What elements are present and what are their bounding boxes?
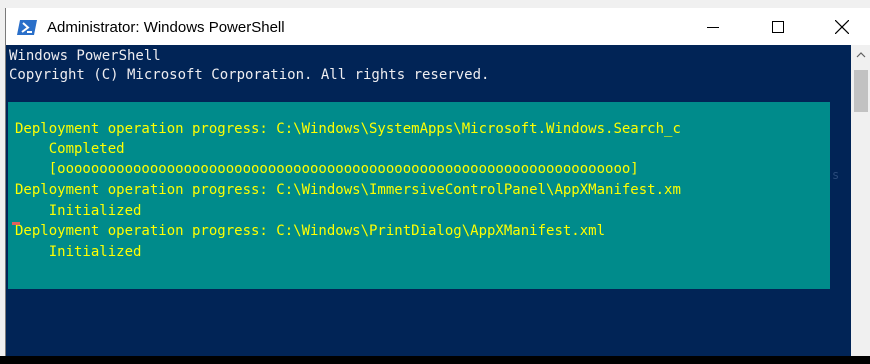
console-header-line: Windows PowerShell [9,48,161,64]
ghost-text: s [832,168,840,182]
progress-status: Initialized [15,203,142,219]
minimize-button[interactable] [690,8,736,45]
window-title: Administrator: Windows PowerShell [47,19,285,36]
minimize-icon [707,26,719,28]
scroll-thumb[interactable] [854,70,868,112]
close-button[interactable] [819,8,865,45]
scroll-up-button[interactable] [851,45,870,65]
taskbar-edge [0,356,870,364]
powershell-window: Administrator: Windows PowerShell Window… [5,8,870,364]
maximize-button[interactable] [755,8,801,45]
progress-panel: Deployment operation progress: C:\Window… [8,102,830,289]
title-bar[interactable]: Administrator: Windows PowerShell [6,8,870,45]
progress-line: Deployment operation progress: C:\Window… [15,182,681,198]
progress-line: Deployment operation progress: C:\Window… [15,223,606,239]
close-icon [835,19,849,34]
progress-line: Deployment operation progress: C:\Window… [15,121,681,137]
console-header-line: Copyright (C) Microsoft Corporation. All… [9,67,490,83]
progress-status: Initialized [15,244,142,260]
vertical-scrollbar[interactable] [851,45,870,364]
powershell-icon [17,20,37,35]
progress-bar-text: [ooooooooooooooooooooooooooooooooooooooo… [15,161,639,177]
maximize-icon [772,20,784,33]
chevron-up-icon [856,52,866,58]
text-cursor [12,222,20,225]
console-output[interactable]: Windows PowerShell Copyright (C) Microso… [6,45,851,364]
progress-status: Completed [15,141,125,157]
